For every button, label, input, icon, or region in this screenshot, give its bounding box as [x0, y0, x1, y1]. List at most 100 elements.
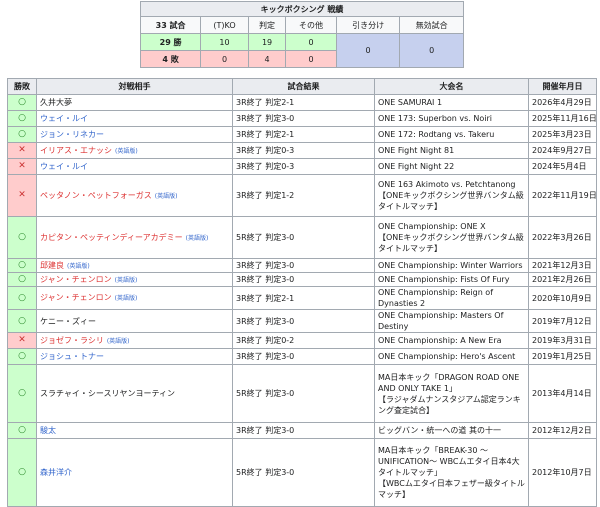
result-mark: ○ [7, 216, 37, 259]
event-cell: MA日本キック「DRAGON ROAD ONE AND ONLY TAKE 1」… [374, 364, 529, 423]
opponent-cell: 駿太 [36, 422, 233, 439]
event-name: ONE 172: Rodtang vs. Takeru [378, 130, 495, 139]
event-name: ONE Fight Night 81 [378, 146, 455, 155]
english-version-link[interactable]: (英語版) [107, 338, 130, 345]
result-mark: ○ [7, 272, 37, 287]
event-cell: ONE Fight Night 81 [374, 142, 529, 159]
losses-other: 0 [285, 50, 337, 68]
summary-title: キックボクシング 戦績 [140, 1, 464, 17]
event-cell: MA日本キック「BREAK-30 〜UNIFICATION〜 WBCムエタイ日本… [374, 438, 529, 507]
result-mark: ○ [7, 258, 37, 273]
outcome-cell: 3R終了 判定0-3 [232, 158, 375, 175]
result-mark: ✕ [7, 158, 37, 175]
header-opponent: 対戦相手 [36, 78, 233, 95]
english-version-link[interactable]: (英語版) [115, 148, 138, 155]
result-mark: ○ [7, 348, 37, 365]
opponent-name[interactable]: ジョシュ・トナー [40, 352, 104, 361]
table-row: ○ 森井洋介 5R終了 判定3-0 MA日本キック「BREAK-30 〜UNIFICA… [7, 438, 597, 507]
date-cell: 2012年12月2日 [528, 422, 597, 439]
table-row: ○ スラチャイ・シースリヤンヨーティン 5R終了 判定3-0 MA日本キック「DRAG… [7, 364, 597, 423]
opponent-name[interactable]: ジョン・リネカー [40, 130, 104, 139]
date-cell: 2022年11月19日 [528, 174, 597, 217]
wins-tko: 10 [200, 33, 249, 51]
event-cell: ビッグバン・統一への道 其の十一 [374, 422, 529, 439]
opponent-name: スラチャイ・シースリヤンヨーティン [40, 389, 176, 398]
english-version-link[interactable]: (英語版) [115, 295, 138, 302]
outcome-cell: 3R終了 判定3-0 [232, 348, 375, 365]
outcome-cell: 3R終了 判定3-0 [232, 422, 375, 439]
outcome-cell: 3R終了 判定3-0 [232, 272, 375, 287]
date-cell: 2019年1月25日 [528, 348, 597, 365]
event-name: ONE Fight Night 22 [378, 162, 455, 171]
header-result: 勝敗 [7, 78, 37, 95]
opponent-cell: ウェイ・ルイ [36, 110, 233, 127]
opponent-name: ケニー・ズィー [40, 316, 96, 326]
losses-label: 4 敗 [139, 50, 202, 68]
event-name: ONE 163 Akimoto vs. Petchtanong [378, 180, 516, 189]
opponent-name[interactable]: ジャン・チェンロン [40, 275, 112, 284]
english-version-link[interactable]: (英語版) [186, 235, 209, 242]
event-cell: ONE Championship: Fists Of Fury [374, 272, 529, 287]
opponent-name[interactable]: カピタン・ペッティンディーアカデミー [40, 233, 183, 242]
opponent-cell: ジャン・チェンロン (英語版) [36, 272, 233, 287]
event-cell: ONE SAMURAI 1 [374, 94, 529, 111]
opponent-name[interactable]: 駿太 [40, 426, 56, 435]
outcome-cell: 3R終了 判定2-1 [232, 286, 375, 310]
outcome-cell: 5R終了 判定3-0 [232, 216, 375, 259]
table-row: ○ カピタン・ペッティンディーアカデミー (英語版) 5R終了 判定3-0 ONE Ch… [7, 216, 597, 259]
opponent-cell: 森井洋介 [36, 438, 233, 507]
event-cell: ONE Championship: A New Era [374, 332, 529, 349]
event-name: ONE Championship: Masters Of Destiny [378, 311, 504, 331]
table-row: ✕ ウェイ・ルイ 3R終了 判定0-3 ONE Fight Night 22 2024年… [7, 158, 597, 175]
english-version-link[interactable]: (英語版) [67, 263, 90, 270]
opponent-name[interactable]: ウェイ・ルイ [40, 114, 88, 123]
wins-label: 29 勝 [139, 33, 202, 51]
col-other: その他 [285, 16, 337, 34]
event-name: MA日本キック「DRAGON ROAD ONE AND ONLY TAKE 1」 [378, 372, 520, 393]
event-name: ONE Championship: Reign of Dynasties 2 [378, 288, 494, 308]
result-mark: ○ [7, 422, 37, 439]
date-cell: 2021年2月26日 [528, 272, 597, 287]
col-draws: 引き分け [335, 16, 401, 34]
date-cell: 2013年4月14日 [528, 364, 597, 423]
col-decision: 判定 [247, 16, 287, 34]
opponent-cell: ジョシュ・トナー [36, 348, 233, 365]
opponent-name[interactable]: 森井洋介 [40, 468, 72, 477]
result-mark: ○ [7, 126, 37, 143]
outcome-cell: 3R終了 判定0-3 [232, 142, 375, 159]
opponent-name[interactable]: ウェイ・ルイ [40, 162, 88, 171]
english-version-link[interactable]: (英語版) [115, 277, 138, 284]
english-version-link[interactable]: (英語版) [155, 193, 178, 200]
result-mark: ○ [7, 364, 37, 423]
losses-decision: 4 [247, 50, 287, 68]
event-name: MA日本キック「BREAK-30 〜UNIFICATION〜 WBCムエタイ日本… [378, 446, 520, 477]
event-cell: ONE 173: Superbon vs. Noiri [374, 110, 529, 127]
event-cell: ONE Championship: Hero's Ascent [374, 348, 529, 365]
header-event: 大会名 [374, 78, 529, 95]
date-cell: 2025年3月23日 [528, 126, 597, 143]
opponent-cell: ケニー・ズィー [36, 309, 233, 333]
total-fights: 33 試合 [139, 16, 202, 34]
opponent-name[interactable]: ジャン・チェンロン [40, 293, 112, 302]
result-mark: ○ [7, 110, 37, 127]
col-no-contest: 無効試合 [399, 16, 464, 34]
opponent-cell: ペッタノン・ペットフォーガス (英語版) [36, 174, 233, 217]
header-outcome: 試合結果 [232, 78, 375, 95]
opponent-name[interactable]: イリアス・エナッシ [40, 146, 112, 155]
table-row: ○ ジョン・リネカー 3R終了 判定2-1 ONE 172: Rodtang vs. … [7, 126, 597, 143]
opponent-name[interactable]: 邱建良 [40, 261, 64, 270]
result-mark: ○ [7, 309, 37, 333]
table-row: ○ ジョシュ・トナー 3R終了 判定3-0 ONE Championship: Her… [7, 348, 597, 365]
date-cell: 2024年9月27日 [528, 142, 597, 159]
date-cell: 2025年11月16日 [528, 110, 597, 127]
opponent-name[interactable]: ジョゼフ・ラシリ [40, 336, 104, 345]
outcome-cell: 3R終了 判定1-2 [232, 174, 375, 217]
opponent-name[interactable]: ペッタノン・ペットフォーガス [40, 191, 152, 200]
opponent-cell: ジョゼフ・ラシリ (英語版) [36, 332, 233, 349]
result-mark: ○ [7, 94, 37, 111]
table-row: ✕ イリアス・エナッシ (英語版) 3R終了 判定0-3 ONE Fight Night… [7, 142, 597, 159]
date-cell: 2020年10月9日 [528, 286, 597, 310]
outcome-cell: 5R終了 判定3-0 [232, 364, 375, 423]
event-cell: ONE 163 Akimoto vs. Petchtanong 【ONEキックボク… [374, 174, 529, 217]
event-cell: ONE Fight Night 22 [374, 158, 529, 175]
